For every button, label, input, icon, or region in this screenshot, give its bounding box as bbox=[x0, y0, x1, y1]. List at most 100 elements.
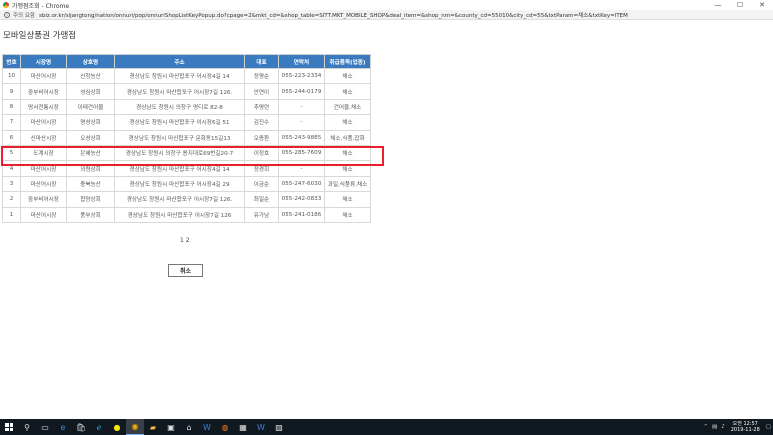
table-row: 9 중부비어시장 성심상회 경상남도 창원시 마산합포구 어시장7길 126. 안연이 0… bbox=[2, 83, 371, 100]
cell-owner: 이금순 bbox=[244, 175, 279, 193]
cell-market: 명서전통시장 bbox=[20, 98, 67, 116]
shop-table: 번호 시장명 상호명 주소 대표 연락처 취급품목(업종) 10 마산어시장 신창농… bbox=[2, 54, 371, 223]
cell-market: 마산어시장 bbox=[20, 114, 67, 131]
app-icon[interactable]: ⌂ bbox=[180, 419, 198, 435]
cell-owner: 정평순 bbox=[244, 67, 279, 85]
cell-address: 경상남도 창원시 마산합포구 어시장7길 126 bbox=[114, 206, 245, 223]
app-icon-2[interactable]: ▦ bbox=[234, 419, 252, 435]
header-phone: 연락처 bbox=[278, 54, 325, 69]
header-address: 주소 bbox=[114, 54, 245, 69]
cell-number: 9 bbox=[2, 83, 21, 100]
header-owner: 대표 bbox=[244, 54, 279, 69]
table-row: 6 신마산시장 오성상회 경상남도 창원시 마산합포구 문화동15길13 오종환 055-… bbox=[2, 129, 371, 146]
cell-phone: - bbox=[278, 114, 325, 131]
table-row: 10 마산어시장 신창농산 경상남도 창원시 마산합포구 어시장4길 14 정평순 055… bbox=[2, 67, 371, 85]
ie-icon[interactable]: ℯ bbox=[90, 419, 108, 435]
cell-address: 경상남도 창원시 마산합포구 문화동15길13 bbox=[114, 129, 245, 146]
cell-phone: 055-247-6030 bbox=[278, 175, 325, 193]
cell-shop: 오성상회 bbox=[66, 129, 115, 146]
cell-number: 3 bbox=[2, 175, 21, 193]
cell-shop: 성심상회 bbox=[66, 83, 115, 100]
cell-phone: 055-242-0833 bbox=[278, 191, 325, 208]
cell-shop: 이태건어물 bbox=[66, 98, 115, 116]
edge-icon[interactable]: e bbox=[54, 419, 72, 435]
task-view-icon[interactable]: ▭ bbox=[36, 419, 54, 435]
cell-address: 경상남도 창원시 마산합포구 어시장4길 14 bbox=[114, 67, 245, 85]
url-text[interactable]: sbiz.or.kr/sijangtong/nation/onnuri/pop/… bbox=[39, 11, 628, 19]
cell-market: 중부비어시장 bbox=[20, 191, 67, 208]
cell-shop: 합양상회 bbox=[66, 191, 115, 208]
cell-number: 8 bbox=[2, 98, 21, 116]
clock[interactable]: 오전 12:57 2019-11-28 bbox=[731, 421, 760, 433]
page-title: 모바일상품권 가맹점 bbox=[3, 31, 77, 41]
cell-phone: 055-243-9885 bbox=[278, 129, 325, 146]
firefox-icon[interactable]: ◍ bbox=[216, 419, 234, 435]
volume-icon[interactable]: ♪ bbox=[721, 424, 725, 430]
minimize-button[interactable]: — bbox=[707, 1, 729, 9]
cell-shop: 신창농산 bbox=[66, 67, 115, 85]
window-title: 가맹점조회 - Chrome bbox=[12, 2, 70, 10]
store-icon[interactable]: 🛍 bbox=[72, 419, 90, 435]
folder-icon[interactable]: ▰ bbox=[144, 419, 162, 435]
windows-logo-icon[interactable] bbox=[0, 419, 18, 435]
cell-items: 채소 bbox=[324, 191, 371, 208]
photos-icon[interactable]: ▣ bbox=[162, 419, 180, 435]
table-row: 3 마산어시장 충북농산 경상남도 창원시 마산합포구 어시장4길 29 이금순 055-… bbox=[2, 175, 371, 193]
system-tray: ⌃ ▤ ♪ 오전 12:57 2019-11-28 ▢ bbox=[701, 421, 773, 433]
cell-market: 마산어시장 bbox=[20, 67, 67, 85]
cell-market: 중부비어시장 bbox=[20, 83, 67, 100]
cell-owner: 최일순 bbox=[244, 191, 279, 208]
highlight-box bbox=[1, 146, 384, 166]
cell-address: 경상남도 창원시 의창구 명디로 82-8 bbox=[114, 98, 245, 116]
cell-number: 10 bbox=[2, 67, 21, 85]
header-market: 시장명 bbox=[20, 54, 67, 69]
cell-number: 2 bbox=[2, 191, 21, 208]
cell-owner: 추명련 bbox=[244, 98, 279, 116]
cell-phone: 055-223-2334 bbox=[278, 67, 325, 85]
pagination[interactable]: 1 2 bbox=[180, 237, 190, 244]
header-items: 취급품목(업종) bbox=[324, 54, 371, 69]
cell-phone: 055-244-0179 bbox=[278, 83, 325, 100]
cell-items: 채소,식품,잡화 bbox=[324, 129, 371, 146]
header-number: 번호 bbox=[2, 54, 21, 69]
cell-items: 과일,식품류,채소 bbox=[324, 175, 371, 193]
cell-items: 채소 bbox=[324, 83, 371, 100]
table-row: 7 마산어시장 명성상회 경상남도 창원시 마산합포구 어시장6길 51 김진수 - 채소 bbox=[2, 114, 371, 131]
cell-market: 마산어시장 bbox=[20, 206, 67, 223]
cell-number: 1 bbox=[2, 206, 21, 223]
maximize-button[interactable]: ☐ bbox=[729, 1, 751, 9]
cell-market: 신마산시장 bbox=[20, 129, 67, 146]
chrome-icon[interactable]: ◉ bbox=[126, 419, 144, 435]
close-button[interactable]: ✕ bbox=[751, 1, 773, 9]
table-row: 2 중부비어시장 합양상회 경상남도 창원시 마산합포구 어시장7길 126. 최일순 0… bbox=[2, 191, 371, 208]
cell-items: 건어물,채소 bbox=[324, 98, 371, 116]
info-icon[interactable]: i bbox=[4, 11, 10, 18]
picture-icon[interactable]: ▨ bbox=[270, 419, 288, 435]
chrome-icon bbox=[3, 2, 9, 8]
cell-phone: 055-241-0186 bbox=[278, 206, 325, 223]
kakaotalk-icon[interactable]: ● bbox=[108, 419, 126, 435]
cell-owner: 유가남 bbox=[244, 206, 279, 223]
browser-titlebar: 가맹점조회 - Chrome — ☐ ✕ bbox=[0, 0, 773, 10]
cell-owner: 안연이 bbox=[244, 83, 279, 100]
security-label[interactable]: 주의 요함 bbox=[13, 11, 35, 19]
address-bar[interactable]: i 주의 요함 sbiz.or.kr/sijangtong/nation/onn… bbox=[0, 10, 773, 20]
search-icon[interactable]: ⚲ bbox=[18, 419, 36, 435]
table-header-row: 번호 시장명 상호명 주소 대표 연락처 취급품목(업종) bbox=[2, 54, 371, 69]
cell-items: 채소 bbox=[324, 206, 371, 223]
cell-items: 채소 bbox=[324, 114, 371, 131]
cell-address: 경상남도 창원시 마산합포구 어시장4길 29 bbox=[114, 175, 245, 193]
word-icon-2[interactable]: W bbox=[252, 419, 270, 435]
network-icon[interactable]: ▤ bbox=[712, 424, 717, 430]
chevron-up-icon[interactable]: ⌃ bbox=[703, 424, 708, 430]
cell-address: 경상남도 창원시 마산합포구 어시장7길 126. bbox=[114, 83, 245, 100]
taskbar: ⚲ ▭ e 🛍 ℯ ● ◉ ▰ ▣ ⌂ W ◍ ▦ W ▨ ⌃ ▤ ♪ 오전 1… bbox=[0, 419, 773, 435]
notification-icon[interactable]: ▢ bbox=[766, 424, 771, 430]
header-shop: 상호명 bbox=[66, 54, 115, 69]
cell-phone: - bbox=[278, 98, 325, 116]
cell-number: 7 bbox=[2, 114, 21, 131]
cell-shop: 충북농산 bbox=[66, 175, 115, 193]
cancel-button[interactable]: 취소 bbox=[168, 264, 203, 277]
cell-number: 6 bbox=[2, 129, 21, 146]
word-icon[interactable]: W bbox=[198, 419, 216, 435]
